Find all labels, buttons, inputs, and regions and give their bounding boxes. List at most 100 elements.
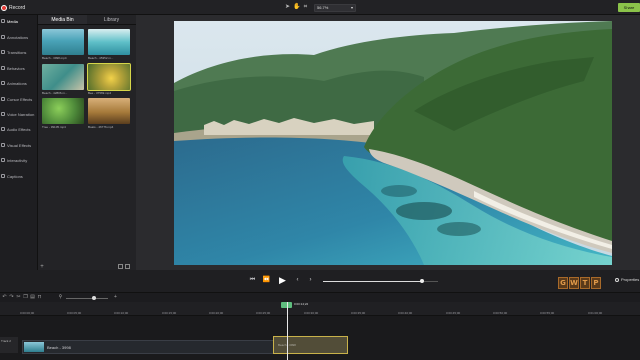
sidebar-item-voice-narration[interactable]: Voice Narration xyxy=(0,108,38,120)
timeline-zoom-slider[interactable] xyxy=(66,296,108,300)
crop-tool-icon[interactable]: ⌗ xyxy=(302,4,309,11)
pan-tool-icon[interactable]: ✋ xyxy=(293,4,300,11)
share-button[interactable]: Share xyxy=(618,3,640,12)
tab-media-bin[interactable]: Media Bin xyxy=(38,15,87,24)
media-item[interactable]: Beach - 42806.m... xyxy=(42,64,84,97)
list-view-icon[interactable] xyxy=(125,264,130,269)
clip-label: Beach - 3998 xyxy=(47,344,71,350)
sidebar-item-label: Interactivity xyxy=(7,157,28,163)
properties-label: Properties xyxy=(621,277,640,282)
zoom-slider-handle[interactable] xyxy=(92,296,96,300)
media-thumbnail xyxy=(42,98,84,124)
select-tool-icon[interactable]: ➤ xyxy=(284,4,291,11)
properties-icon xyxy=(615,277,619,282)
interactivity-icon xyxy=(1,158,5,162)
media-item[interactable]: Bee - 37569.mp4 xyxy=(87,63,131,97)
top-toolbar: Record ➤ ✋ ⌗ 56.7% ▾ Share xyxy=(0,0,640,15)
track-header[interactable]: Track 2 xyxy=(0,337,18,353)
sidebar-item-transitions[interactable]: Transitions xyxy=(0,46,38,58)
ruler-tick: 0:00:40;00 xyxy=(398,311,413,315)
media-thumbnail xyxy=(42,64,84,90)
tab-library[interactable]: Library xyxy=(87,15,136,24)
captions-icon xyxy=(1,174,5,178)
cursor-effects-icon xyxy=(1,97,5,101)
media-thumbnail xyxy=(87,63,131,91)
clip-thumbnail xyxy=(24,342,44,352)
undo-icon[interactable]: ↶ xyxy=(2,295,7,300)
sidebar-item-cursor-effects[interactable]: Cursor Effects xyxy=(0,93,38,105)
media-item[interactable]: Beach - 45352.m... xyxy=(88,29,130,62)
sidebar-item-label: Transitions xyxy=(7,49,27,55)
audio-effects-icon xyxy=(1,127,5,131)
sidebar-item-visual-effects[interactable]: Visual Effects xyxy=(0,139,38,151)
watermark-letter: W xyxy=(569,277,579,289)
media-item[interactable]: Boats - 46776.mp4 xyxy=(88,98,130,131)
playhead-time: 0:00:14;22 xyxy=(294,302,309,306)
cut-icon[interactable]: ✂ xyxy=(16,295,21,300)
sidebar-item-label: Behaviors xyxy=(7,65,25,71)
zoom-value: 56.7% xyxy=(317,5,329,10)
scrubber-handle[interactable] xyxy=(419,279,424,283)
properties-button[interactable]: Properties xyxy=(615,277,639,282)
ruler-tick: 0:00:30;00 xyxy=(304,311,319,315)
watermark-letter: G xyxy=(558,277,568,289)
media-caption: Tree - 39105.mp4 xyxy=(42,125,66,129)
grid-view-icon[interactable] xyxy=(118,264,123,269)
timeline-ruler[interactable]: 0:00:14;22 0:00:00;00 0:00:05;00 0:00:10… xyxy=(0,302,640,316)
sidebar-item-behaviors[interactable]: Behaviors xyxy=(0,62,38,74)
step-back-icon[interactable]: ⏮ xyxy=(248,276,257,285)
redo-icon[interactable]: ↷ xyxy=(9,295,14,300)
transitions-icon xyxy=(1,50,5,54)
sidebar-item-label: Annotations xyxy=(7,34,29,40)
sidebar-item-media[interactable]: Media xyxy=(0,15,38,27)
playback-scrubber[interactable] xyxy=(323,279,438,283)
ruler-tick: 0:00:45;00 xyxy=(446,311,461,315)
sidebar-item-animations[interactable]: Animations xyxy=(0,77,38,89)
ruler-tick: 0:00:50;00 xyxy=(493,311,508,315)
previous-frame-icon[interactable]: ‹ xyxy=(293,276,302,285)
watermark-letter: T xyxy=(580,277,590,289)
media-item[interactable]: Beach - 3998.mp4 xyxy=(42,29,84,62)
animations-icon xyxy=(1,81,5,85)
play-button[interactable]: ▶ xyxy=(277,275,288,286)
playhead-line xyxy=(287,302,288,360)
sidebar-item-annotations[interactable]: Annotations xyxy=(0,31,38,43)
media-thumbnail xyxy=(88,29,130,55)
annotations-icon xyxy=(1,35,5,39)
media-caption: Beach - 42806.m... xyxy=(42,91,68,95)
sidebar-item-label: Animations xyxy=(7,80,27,86)
zoom-out-icon[interactable]: ⚲ xyxy=(58,295,63,300)
visual-effects-icon xyxy=(1,143,5,147)
copy-icon[interactable]: ❐ xyxy=(23,295,28,300)
zoom-in-icon[interactable]: + xyxy=(113,295,118,300)
share-label: Share xyxy=(623,5,635,10)
sidebar-item-label: Voice Narration xyxy=(7,111,35,117)
rewind-icon[interactable]: ⏪ xyxy=(262,276,271,285)
record-label: Record xyxy=(9,4,26,11)
media-bin-panel: Media Bin Library Beach - 3998.mp4 Beach… xyxy=(38,15,136,270)
media-tabs: Media Bin Library xyxy=(38,15,136,25)
next-frame-icon[interactable]: › xyxy=(306,276,315,285)
sidebar-item-audio-effects[interactable]: Audio Effects xyxy=(0,123,38,135)
split-icon[interactable]: ⊓ xyxy=(37,295,42,300)
sidebar-item-interactivity[interactable]: Interactivity xyxy=(0,154,38,166)
paste-icon[interactable]: ▤ xyxy=(30,295,35,300)
coastline-image xyxy=(174,21,612,265)
dragged-clip[interactable]: Beach - 3998 xyxy=(273,336,348,354)
microphone-icon xyxy=(1,112,5,116)
ruler-tick: 0:00:00;00 xyxy=(20,311,35,315)
ruler-tick: 0:00:10;00 xyxy=(114,311,129,315)
media-item[interactable]: Tree - 39105.mp4 xyxy=(42,98,84,131)
media-thumbnail xyxy=(88,98,130,124)
watermark-logo: G W T P xyxy=(558,277,601,289)
video-preview[interactable] xyxy=(174,21,612,265)
media-icon xyxy=(1,19,5,23)
sidebar-item-captions[interactable]: Captions xyxy=(0,170,38,182)
sidebar-item-label: Media xyxy=(7,18,18,24)
zoom-dropdown[interactable]: 56.7% ▾ xyxy=(314,3,356,12)
watermark-letter: P xyxy=(591,277,601,289)
timeline-clip[interactable]: Beach - 3998 xyxy=(22,340,274,354)
scrubber-progress xyxy=(323,281,422,282)
ruler-tick: 0:00:15;00 xyxy=(162,311,177,315)
record-button[interactable]: Record xyxy=(1,3,25,12)
